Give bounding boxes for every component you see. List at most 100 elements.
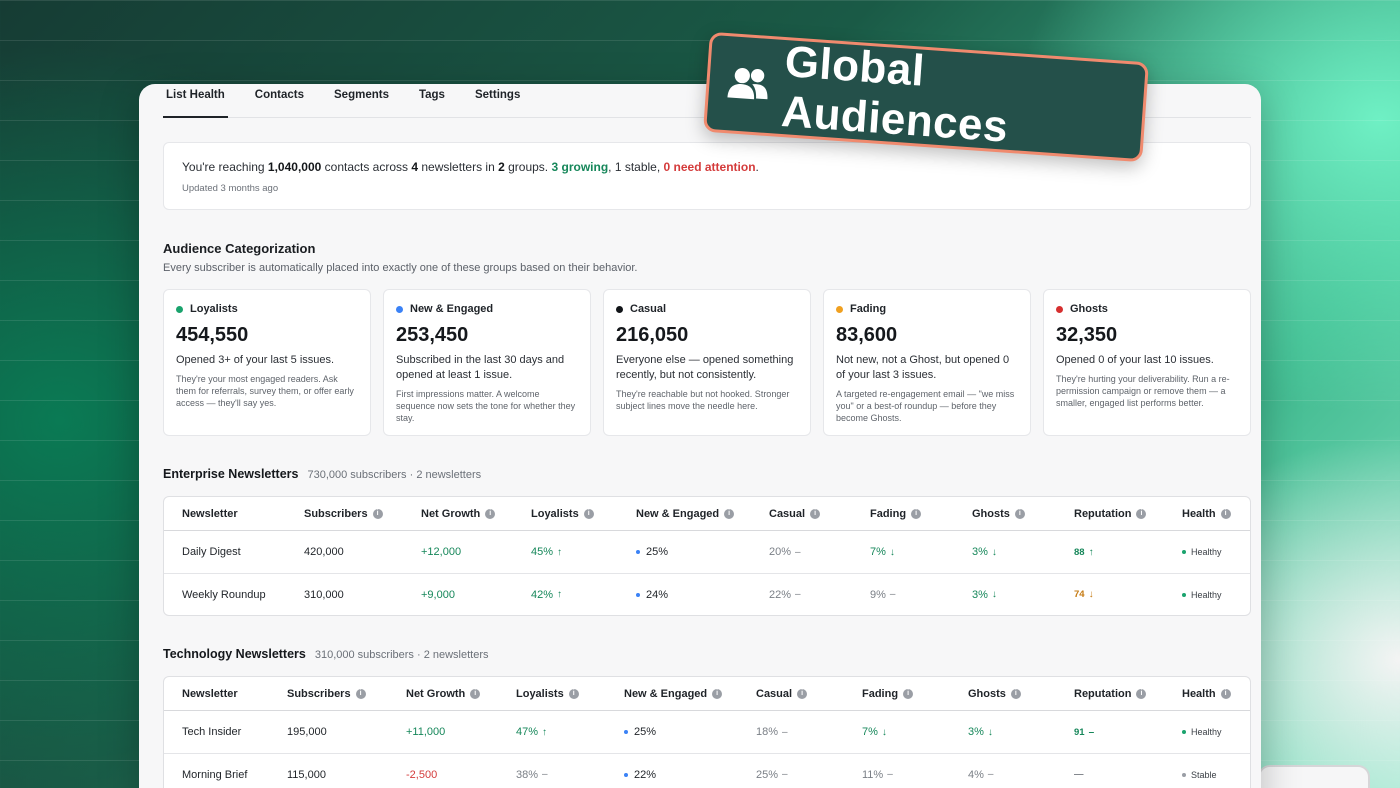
- card-value: 216,050: [616, 324, 689, 346]
- column-header[interactable]: Loyalists i: [531, 497, 594, 530]
- cell-value: 3%: [972, 588, 988, 601]
- summary-attention: 0 need attention: [663, 160, 756, 174]
- section-name: Enterprise Newsletters: [163, 467, 299, 481]
- column-header[interactable]: Net Growth i: [421, 497, 496, 530]
- cell-ghosts: 3% ↓: [972, 531, 997, 573]
- health-dot: [1182, 772, 1186, 777]
- card-header: Ghosts: [1056, 303, 1238, 315]
- info-icon[interactable]: i: [568, 688, 579, 699]
- card-value: 83,600: [836, 324, 898, 346]
- column-header[interactable]: Subscribers i: [287, 677, 366, 710]
- dash-icon: –: [782, 726, 788, 738]
- info-icon[interactable]: i: [1136, 688, 1147, 699]
- info-icon[interactable]: i: [797, 688, 808, 699]
- tab-contacts[interactable]: Contacts: [252, 84, 307, 118]
- info-icon[interactable]: i: [1014, 508, 1025, 519]
- tab-settings[interactable]: Settings: [472, 84, 523, 118]
- column-header[interactable]: Net Growth i: [406, 677, 481, 710]
- column-header[interactable]: Newsletter: [182, 677, 238, 710]
- card-value: 454,550: [176, 324, 249, 346]
- column-header[interactable]: Casual i: [769, 497, 821, 530]
- column-header-label: Ghosts: [972, 507, 1010, 520]
- info-icon[interactable]: i: [724, 508, 735, 519]
- summary-text: You're reaching: [182, 160, 268, 174]
- column-header-label: New & Engaged: [624, 687, 708, 700]
- column-header[interactable]: Loyalists i: [516, 677, 579, 710]
- tab-tags[interactable]: Tags: [416, 84, 448, 118]
- cell-value: 11%: [862, 768, 884, 781]
- dash-icon: –: [542, 769, 548, 780]
- table-row[interactable]: Tech Insider 195,000 +11,000 47% ↑ 25% 18% –7% ↓…: [164, 711, 1250, 753]
- info-icon[interactable]: i: [470, 688, 481, 699]
- arrow-up-icon: ↑: [542, 726, 548, 738]
- info-icon[interactable]: i: [583, 508, 594, 519]
- table-row[interactable]: Morning Brief 115,000 -2,500 38% –22% 25% –11%…: [164, 753, 1250, 788]
- tab-segments[interactable]: Segments: [331, 84, 392, 118]
- cell-value: 25%: [756, 768, 779, 781]
- cell-newsletter[interactable]: Tech Insider: [182, 711, 241, 753]
- category-dot: [836, 305, 843, 313]
- table-row[interactable]: Weekly Roundup 310,000 +9,000 42% ↑ 24% 22% –9%…: [164, 573, 1250, 615]
- column-header[interactable]: Health i: [1182, 497, 1231, 530]
- health-status: Stable: [1191, 769, 1217, 780]
- card-note: They're your most engaged readers. Ask t…: [176, 374, 354, 408]
- arrow-down-icon: ↓: [1088, 589, 1094, 600]
- dash-icon: –: [782, 769, 788, 780]
- cell-fading: 11% –: [862, 754, 893, 788]
- info-icon[interactable]: i: [911, 508, 922, 519]
- info-icon[interactable]: i: [372, 508, 383, 519]
- column-header-label: Net Growth: [406, 687, 466, 700]
- technology-table: Newsletter Subscribers i Net Growth i Loyalis…: [163, 676, 1251, 788]
- info-icon[interactable]: i: [1136, 508, 1147, 519]
- card-value: 32,350: [1056, 324, 1118, 346]
- info-icon[interactable]: i: [1010, 688, 1021, 699]
- dash-icon: –: [795, 589, 801, 600]
- column-header[interactable]: Subscribers i: [304, 497, 383, 530]
- section-title-technology: Technology Newsletters 310,000 subscribe…: [163, 647, 489, 661]
- column-header[interactable]: Fading i: [862, 677, 914, 710]
- column-header[interactable]: Fading i: [870, 497, 922, 530]
- arrow-down-icon: ↓: [881, 726, 887, 738]
- info-icon[interactable]: i: [712, 688, 723, 699]
- dash-icon: –: [887, 769, 893, 780]
- cell-newsletter[interactable]: Weekly Roundup: [182, 574, 266, 615]
- column-header[interactable]: Reputation i: [1074, 497, 1147, 530]
- cell-newsletter[interactable]: Morning Brief: [182, 754, 247, 788]
- column-header[interactable]: Health i: [1182, 677, 1231, 710]
- column-header[interactable]: Newsletter: [182, 497, 238, 530]
- cell-ghosts: 3% ↓: [968, 711, 993, 753]
- info-icon[interactable]: i: [1220, 508, 1231, 519]
- cell-value: 38%: [516, 768, 539, 781]
- info-icon[interactable]: i: [485, 508, 496, 519]
- dash-icon: –: [987, 769, 994, 780]
- card-header: New & Engaged: [396, 303, 578, 315]
- enterprise-table: Newsletter Subscribers i Net Growth i Loyalis…: [163, 496, 1251, 616]
- cell-value: 3%: [972, 546, 988, 558]
- cell-loyal: 45% ↑: [531, 531, 562, 573]
- column-header-label: Newsletter: [182, 507, 238, 520]
- card-name: Casual: [630, 303, 667, 315]
- column-header[interactable]: Casual i: [756, 677, 808, 710]
- card-description: Everyone else — opened something recentl…: [616, 354, 794, 381]
- category-card-new-engaged: New & Engaged 253,450 Subscribed in the la…: [383, 289, 591, 436]
- info-icon[interactable]: i: [355, 688, 366, 699]
- column-header[interactable]: Ghosts i: [972, 497, 1025, 530]
- info-icon[interactable]: i: [1220, 688, 1231, 699]
- cell-fading: 9% –: [870, 574, 895, 615]
- column-header[interactable]: New & Engaged i: [636, 497, 735, 530]
- info-icon[interactable]: i: [810, 508, 821, 519]
- cell-reputation: 88 ↑: [1074, 531, 1094, 573]
- dash-icon: –: [1088, 726, 1095, 738]
- column-header[interactable]: New & Engaged i: [624, 677, 723, 710]
- table-row[interactable]: Daily Digest 420,000 +12,000 45% ↑ 25% 20% –7% ↓…: [164, 531, 1250, 573]
- column-header[interactable]: Reputation i: [1074, 677, 1147, 710]
- cell-newsletter[interactable]: Daily Digest: [182, 531, 241, 573]
- cell-value: 22%: [769, 588, 792, 601]
- dash-icon: –: [889, 589, 896, 600]
- cell-value: 47%: [516, 726, 539, 738]
- card-description: Not new, not a Ghost, but opened 0 of yo…: [836, 354, 1010, 381]
- column-header[interactable]: Ghosts i: [968, 677, 1021, 710]
- info-icon[interactable]: i: [903, 688, 914, 699]
- cell-net-growth: +11,000: [406, 726, 446, 738]
- tab-list-health[interactable]: List Health: [163, 84, 228, 118]
